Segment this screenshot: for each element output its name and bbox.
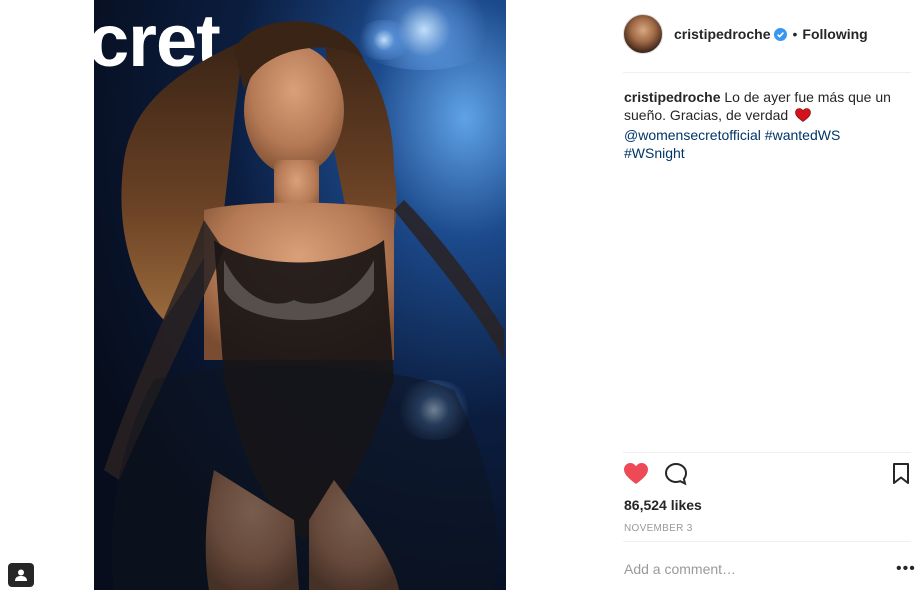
comment-icon[interactable]: [664, 462, 688, 491]
more-options-icon[interactable]: •••: [896, 560, 916, 578]
post-image[interactable]: cret: [94, 0, 506, 590]
divider: [623, 72, 911, 73]
user-tag-icon[interactable]: [8, 563, 34, 587]
post-sidebar: cristipedroche • Following cristipedroch…: [609, 0, 918, 590]
action-bar: [623, 462, 911, 490]
runway-model-figure: [104, 21, 504, 590]
post-date[interactable]: NOVEMBER 3: [624, 523, 693, 534]
divider: [623, 452, 911, 453]
heart-icon[interactable]: [623, 462, 649, 491]
comment-input[interactable]: Add a comment…: [624, 561, 874, 577]
left-margin: [0, 0, 94, 590]
header-username[interactable]: cristipedroche: [674, 26, 770, 42]
verified-badge-icon: [774, 27, 788, 41]
header-separator: •: [792, 26, 798, 42]
divider: [623, 541, 911, 542]
following-button[interactable]: Following: [802, 26, 867, 42]
mention-link[interactable]: @womensecretofficial: [624, 127, 761, 143]
likes-count[interactable]: 86,524 likes: [624, 497, 702, 513]
avatar[interactable]: [623, 14, 663, 54]
hashtag-link[interactable]: #wantedWS: [765, 127, 840, 143]
bookmark-icon[interactable]: [891, 462, 911, 491]
post-caption: cristipedroche Lo de ayer fue más que un…: [624, 88, 899, 162]
caption-username[interactable]: cristipedroche: [624, 89, 720, 105]
hashtag-link[interactable]: #WSnight: [624, 145, 685, 161]
post-header: cristipedroche • Following: [623, 14, 868, 54]
red-heart-emoji-icon: [795, 108, 811, 126]
